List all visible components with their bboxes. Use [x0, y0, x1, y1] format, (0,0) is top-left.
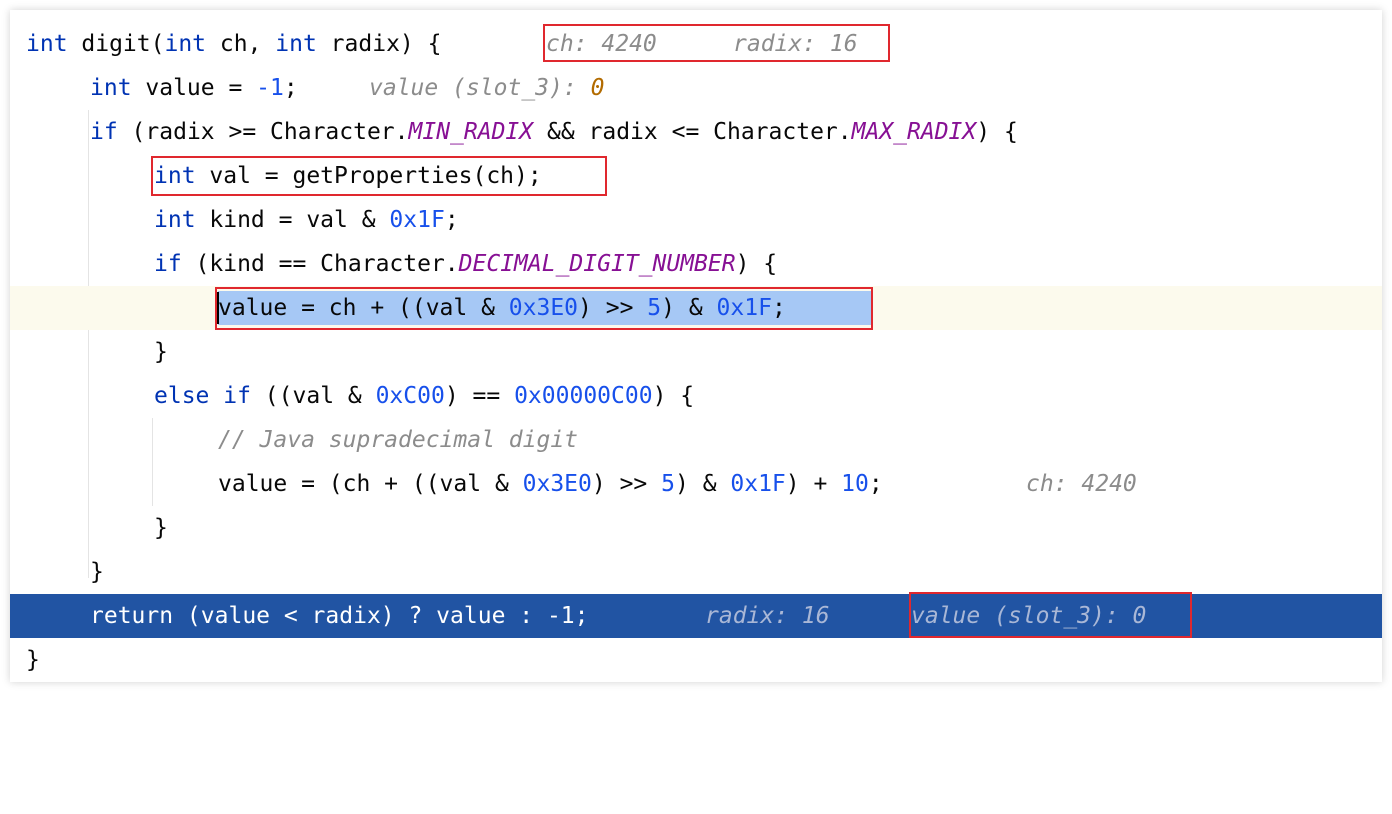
annotation-box-return-value [909, 592, 1192, 638]
code-text: value = (ch + ((val & 0x3E0) >> 5) & 0x1… [218, 462, 883, 506]
token-kw: int [26, 31, 68, 57]
token-const: MAX_RADIX [851, 119, 977, 145]
annotation-box-selected-statement [215, 287, 873, 330]
code-line-3[interactable]: if (radix >= Character.MIN_RADIX && radi… [10, 110, 1382, 154]
annotation-box-getproperties-call [151, 156, 607, 196]
code-text: } [154, 330, 168, 374]
token-text: ) >> [591, 471, 662, 497]
code-line-13[interactable]: } [10, 550, 1382, 594]
token-text: } [154, 339, 168, 365]
token-num: 0x1F [730, 471, 786, 497]
code-line-8[interactable]: } [10, 330, 1382, 374]
token-text: ) == [444, 383, 515, 409]
inlay-hint-value: value (slot_3): 0 [369, 66, 604, 110]
token-text: radix) { [316, 31, 442, 57]
code-text: int value = -1; [90, 66, 298, 110]
token-num: 5 [661, 471, 675, 497]
code-text: int digit(int ch, int radix) { [26, 22, 441, 66]
token-text: ) + [785, 471, 842, 497]
code-text: if (kind == Character.DECIMAL_DIGIT_NUMB… [154, 242, 777, 286]
token-text: ; [868, 471, 883, 497]
inlay-hint-ch: ch: 4240 [1026, 471, 1137, 497]
code-text: else if ((val & 0xC00) == 0x00000C00) { [154, 374, 694, 418]
code-line-6[interactable]: if (kind == Character.DECIMAL_DIGIT_NUMB… [10, 242, 1382, 286]
token-text: digit( [67, 31, 165, 57]
token-num: 10 [841, 471, 869, 497]
code-area[interactable]: int digit(int ch, int radix) { ch: 4240 … [10, 22, 1382, 682]
token-text: ) & [675, 471, 731, 497]
token-text: ; [444, 207, 459, 233]
token-kw: else [154, 383, 210, 409]
code-line-11[interactable]: value = (ch + ((val & 0x3E0) >> 5) & 0x1… [10, 462, 1382, 506]
token-text: return (value < radix) ? value : -1; [90, 603, 589, 629]
code-text: return (value < radix) ? value : -1; [90, 594, 589, 638]
token-text: ) { [976, 119, 1018, 145]
token-text: value = [131, 75, 257, 101]
code-line-10[interactable]: // Java supradecimal digit [10, 418, 1382, 462]
code-editor[interactable]: int digit(int ch, int radix) { ch: 4240 … [10, 10, 1382, 682]
token-text: (radix >= Character. [117, 119, 409, 145]
token-kw: int [90, 75, 132, 101]
token-kw: int [164, 31, 207, 57]
code-line-5[interactable]: int kind = val & 0x1F; [10, 198, 1382, 242]
code-text: } [90, 550, 104, 594]
token-text: } [154, 515, 168, 541]
token-num: 0x00000C00 [514, 383, 653, 409]
token-num: -1 [256, 75, 284, 101]
token-kw: int [275, 31, 317, 57]
token-text: ) { [652, 383, 695, 409]
token-num: 0x3E0 [522, 471, 592, 497]
code-line-12[interactable]: } [10, 506, 1382, 550]
token-text: } [26, 647, 40, 673]
code-text: } [26, 638, 40, 682]
token-text: } [90, 559, 104, 585]
code-line-2[interactable]: int value = -1; value (slot_3): 0 [10, 66, 1382, 110]
annotation-box-parameter-values [543, 24, 890, 62]
token-text: ; [283, 75, 298, 101]
token-kw: int [154, 207, 196, 233]
token-text: value = (ch + ((val & [218, 471, 523, 497]
code-text: int kind = val & 0x1F; [154, 198, 459, 242]
token-text: ((val & [250, 383, 376, 409]
code-line-9[interactable]: else if ((val & 0xC00) == 0x00000C00) { [10, 374, 1382, 418]
token-text: (kind == Character. [181, 251, 459, 277]
token-text: && radix <= Character. [533, 119, 852, 145]
code-text: if (radix >= Character.MIN_RADIX && radi… [90, 110, 1018, 154]
token-kw: if [223, 383, 251, 409]
inlay-hint-label: value (slot_3): [369, 75, 591, 101]
token-const: DECIMAL_DIGIT_NUMBER [458, 251, 736, 277]
token-const: MIN_RADIX [408, 119, 534, 145]
token-comment: // Java supradecimal digit [218, 427, 579, 453]
code-text: // Java supradecimal digit [218, 418, 578, 462]
inlay-hint-radix: radix: 16 [705, 603, 830, 629]
token-text: ) { [735, 251, 778, 277]
inlay-hint-number: 0 [590, 75, 605, 101]
token-num: 0x1F [389, 207, 445, 233]
code-text: } [154, 506, 168, 550]
token-text: kind = val & [195, 207, 390, 233]
token-kw: if [90, 119, 118, 145]
code-line-15[interactable]: } [10, 638, 1382, 682]
token-text: ch, [206, 31, 276, 57]
token-num: 0xC00 [375, 383, 445, 409]
token-kw: if [154, 251, 182, 277]
